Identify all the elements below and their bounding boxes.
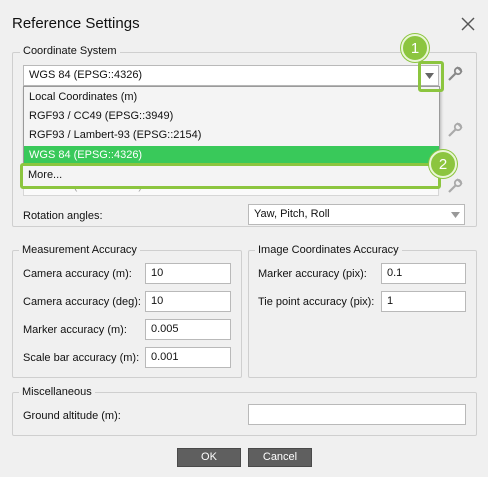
callout-badge-1: 1 bbox=[401, 34, 429, 62]
scale-bar-accuracy-label: Scale bar accuracy (m): bbox=[23, 352, 140, 364]
ground-altitude-input[interactable] bbox=[248, 404, 466, 425]
close-icon bbox=[461, 17, 475, 31]
coordinate-system-combo[interactable]: WGS 84 (EPSG::4326) bbox=[23, 65, 439, 86]
chevron-down-icon[interactable] bbox=[446, 205, 464, 224]
settings-tool-icon[interactable] bbox=[446, 178, 464, 194]
miscellaneous-label: Miscellaneous bbox=[19, 386, 95, 398]
rotation-angles-value: Yaw, Pitch, Roll bbox=[254, 208, 330, 220]
coordinate-system-selected: WGS 84 (EPSG::4326) bbox=[29, 69, 143, 81]
marker-accuracy-pix-label: Marker accuracy (pix): bbox=[258, 268, 367, 280]
rotation-angles-label: Rotation angles: bbox=[23, 210, 103, 222]
coordinate-system-dropdown: Local Coordinates (m) RGF93 / CC49 (EPSG… bbox=[23, 86, 440, 165]
cancel-button[interactable]: Cancel bbox=[248, 448, 312, 467]
camera-accuracy-m-label: Camera accuracy (m): bbox=[23, 268, 132, 280]
measurement-accuracy-label: Measurement Accuracy bbox=[19, 244, 140, 256]
tie-point-accuracy-label: Tie point accuracy (pix): bbox=[258, 296, 375, 308]
ground-altitude-label: Ground altitude (m): bbox=[23, 410, 121, 422]
settings-tool-icon[interactable] bbox=[446, 66, 464, 82]
callout-badge-2: 2 bbox=[429, 150, 457, 178]
close-button[interactable] bbox=[458, 14, 478, 34]
tie-point-accuracy-input[interactable]: 1 bbox=[381, 291, 466, 312]
callout-highlight-arrow bbox=[418, 61, 444, 92]
dropdown-option[interactable]: RGF93 / CC49 (EPSG::3949) bbox=[24, 107, 439, 126]
settings-tool-icon[interactable] bbox=[446, 122, 464, 138]
scale-bar-accuracy-input[interactable]: 0.001 bbox=[145, 347, 231, 368]
coordinate-system-label: Coordinate System bbox=[20, 45, 120, 57]
camera-accuracy-m-input[interactable]: 10 bbox=[145, 263, 231, 284]
ok-button[interactable]: OK bbox=[177, 448, 241, 467]
camera-accuracy-deg-input[interactable]: 10 bbox=[145, 291, 231, 312]
marker-accuracy-m-input[interactable]: 0.005 bbox=[145, 319, 231, 340]
dropdown-option[interactable]: Local Coordinates (m) bbox=[24, 88, 439, 107]
dropdown-option[interactable]: RGF93 / Lambert-93 (EPSG::2154) bbox=[24, 126, 439, 145]
marker-accuracy-m-label: Marker accuracy (m): bbox=[23, 324, 127, 336]
callout-highlight-more bbox=[20, 163, 441, 189]
camera-accuracy-deg-label: Camera accuracy (deg): bbox=[23, 296, 141, 308]
rotation-angles-combo[interactable]: Yaw, Pitch, Roll bbox=[248, 204, 465, 225]
image-coordinates-accuracy-label: Image Coordinates Accuracy bbox=[255, 244, 402, 256]
dialog-title: Reference Settings bbox=[12, 15, 140, 32]
marker-accuracy-pix-input[interactable]: 0.1 bbox=[381, 263, 466, 284]
